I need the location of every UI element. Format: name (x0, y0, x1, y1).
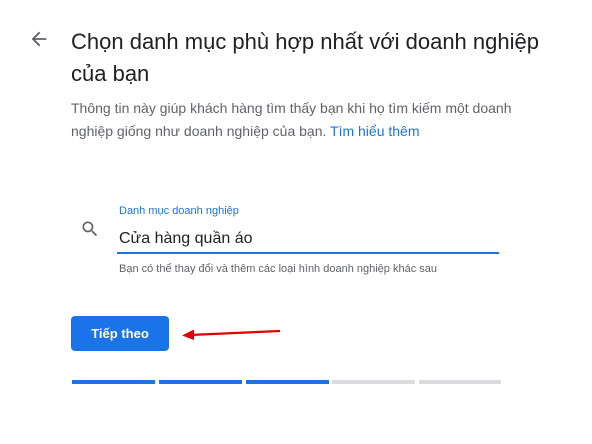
progress-step-2 (159, 380, 242, 384)
page: Chọn danh mục phù hợp nhất với doanh ngh… (0, 0, 592, 444)
red-arrow-icon (182, 329, 281, 340)
search-icon (82, 221, 98, 237)
description: Thông tin này giúp khách hàng tìm thấy b… (71, 97, 541, 143)
learn-more-link[interactable]: Tìm hiểu thêm (330, 123, 419, 139)
progress-step-3 (246, 380, 329, 384)
description-text: Thông tin này giúp khách hàng tìm thấy b… (71, 100, 512, 139)
category-field-label: Danh mục doanh nghiệp (119, 205, 239, 217)
progress-step-5 (419, 380, 501, 384)
next-button[interactable]: Tiếp theo (71, 316, 169, 351)
page-title: Chọn danh mục phù hợp nhất với doanh ngh… (71, 29, 539, 86)
progress-indicator (72, 380, 502, 384)
category-input[interactable] (117, 226, 499, 254)
category-helper-text: Bạn có thể thay đổi và thêm các loại hìn… (119, 263, 437, 275)
progress-step-1 (72, 380, 155, 384)
progress-step-4 (332, 380, 415, 384)
arrow-back-icon[interactable] (28, 28, 50, 50)
